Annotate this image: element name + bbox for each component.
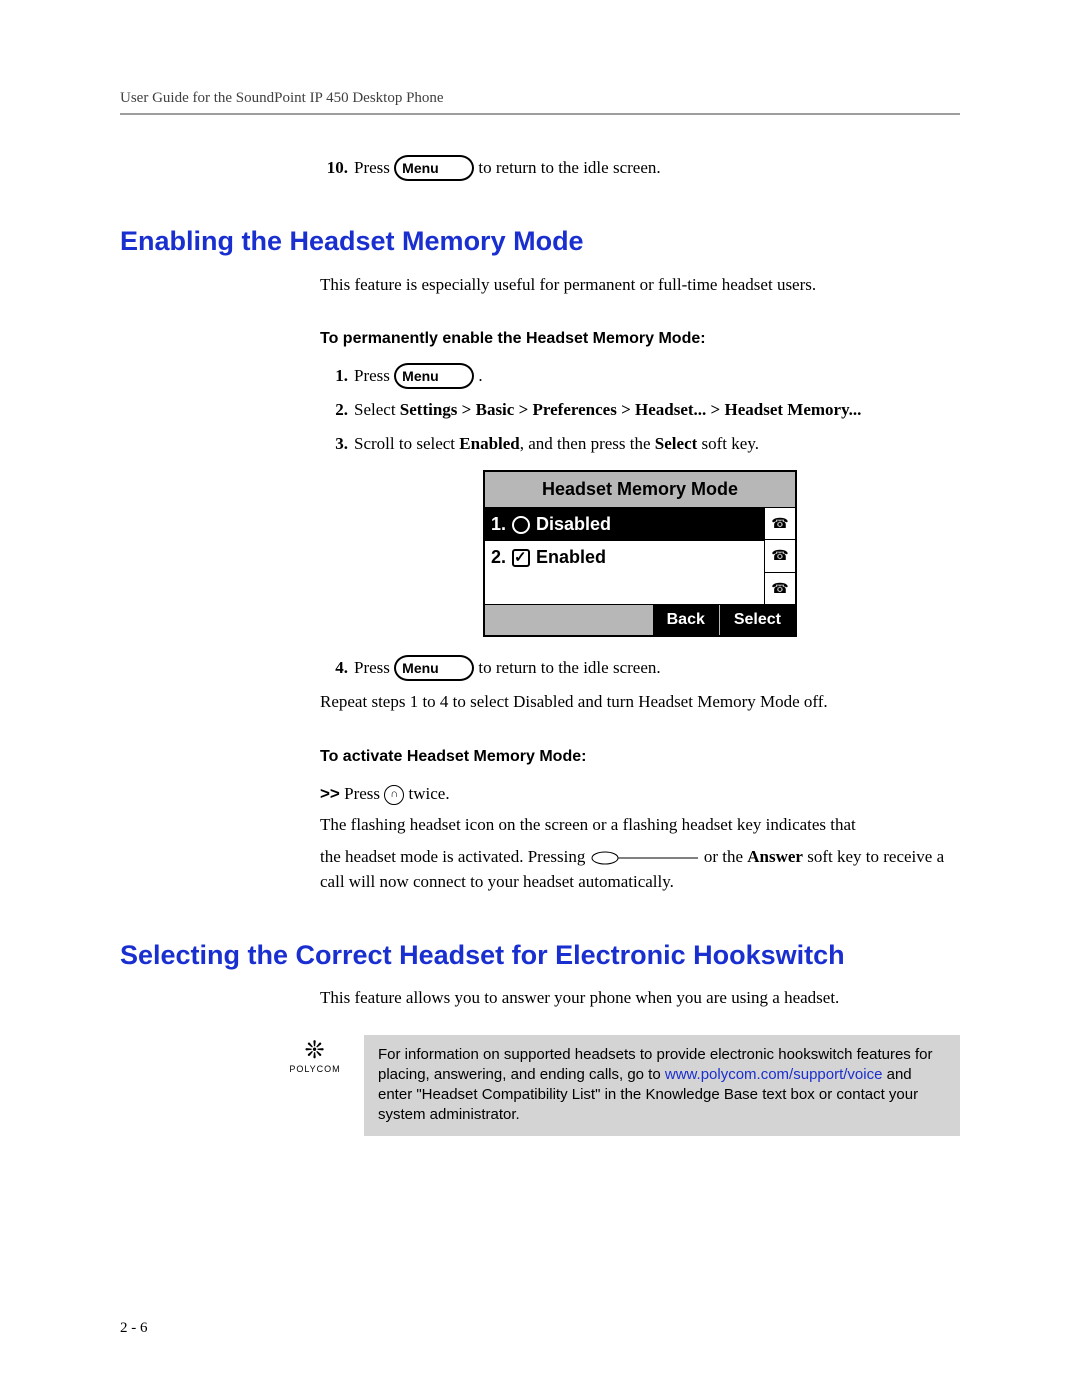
polycom-logo: ❊ POLYCOM: [280, 1035, 350, 1077]
step-text: Press: [354, 155, 390, 181]
support-link[interactable]: www.polycom.com/support/voice: [665, 1066, 883, 1083]
screen-row-enabled: 2. Enabled: [485, 541, 765, 574]
note-box: ❊ POLYCOM For information on supported h…: [280, 1035, 960, 1136]
screen-side-icons: ☎ ☎ ☎: [764, 508, 795, 604]
section-heading-enable-headset-memory: Enabling the Headset Memory Mode: [120, 221, 960, 262]
step-number: 10.: [320, 155, 348, 181]
step-text: .: [478, 363, 482, 389]
step-text: to return to the idle screen.: [478, 655, 660, 681]
row-label: Enabled: [536, 544, 606, 571]
menu-key-icon: Menu: [394, 363, 474, 389]
step-text: Press: [354, 655, 390, 681]
step-number: 4.: [320, 655, 348, 681]
section-intro: This feature allows you to answer your p…: [320, 985, 960, 1011]
step-3: 3. Scroll to select Enabled, and then pr…: [320, 431, 960, 457]
phone-icon: ☎: [765, 540, 795, 572]
step-text: to return to the idle screen.: [478, 155, 660, 181]
step-10: 10. Press Menu to return to the idle scr…: [320, 155, 960, 181]
header-rule: [120, 113, 960, 115]
screen-title: Headset Memory Mode: [485, 472, 795, 508]
chevron-icon: >>: [320, 784, 340, 803]
radio-checked-icon: [512, 549, 530, 567]
running-header: User Guide for the SoundPoint IP 450 Des…: [120, 90, 960, 107]
step-4: 4. Press Menu to return to the idle scre…: [320, 655, 960, 681]
phone-screen: Headset Memory Mode 1. Disabled 2. Enabl…: [483, 470, 797, 637]
procedure-lead: To permanently enable the Headset Memory…: [320, 327, 960, 351]
step-text: Select Settings > Basic > Preferences > …: [354, 397, 861, 423]
flash-note-2: the headset mode is activated. Pressing …: [320, 844, 960, 895]
screen-body: 1. Disabled 2. Enabled ☎ ☎ ☎: [485, 508, 795, 604]
section-intro: This feature is especially useful for pe…: [320, 272, 960, 298]
row-index: 1.: [491, 511, 506, 538]
page-number: 2 - 6: [120, 1320, 148, 1337]
screen-softkeys: Back Select: [485, 604, 795, 635]
repeat-note: Repeat steps 1 to 4 to select Disabled a…: [320, 689, 960, 715]
logo-glyph-icon: ❊: [280, 1039, 350, 1063]
step-number: 2.: [320, 397, 348, 423]
softkey-select: Select: [719, 605, 795, 635]
page: User Guide for the SoundPoint IP 450 Des…: [0, 0, 1080, 1397]
screen-rows: 1. Disabled 2. Enabled: [485, 508, 765, 604]
procedure-lead-activate: To activate Headset Memory Mode:: [320, 745, 960, 769]
screen-row-disabled: 1. Disabled: [485, 508, 765, 541]
step-text: Scroll to select Enabled, and then press…: [354, 431, 759, 457]
row-index: 2.: [491, 544, 506, 571]
section-heading-hookswitch: Selecting the Correct Headset for Electr…: [120, 935, 960, 976]
activate-step: >> Press ∩ twice.: [320, 781, 960, 807]
menu-key-icon: Menu: [394, 155, 474, 181]
row-label: Disabled: [536, 511, 611, 538]
menu-path: Settings > Basic > Preferences > Headset…: [400, 400, 862, 419]
logo-text: POLYCOM: [280, 1063, 350, 1077]
step-number: 1.: [320, 363, 348, 389]
note-text: For information on supported headsets to…: [364, 1035, 960, 1136]
menu-key-icon: Menu: [394, 655, 474, 681]
headset-key-icon: ∩: [384, 785, 404, 805]
flash-note-1: The flashing headset icon on the screen …: [320, 812, 960, 838]
line-key-icon: [590, 851, 700, 865]
step-text: Press: [354, 363, 390, 389]
content-column: 10. Press Menu to return to the idle scr…: [120, 155, 960, 1136]
step-1: 1. Press Menu .: [320, 363, 960, 389]
radio-unchecked-icon: [512, 516, 530, 534]
phone-icon: ☎: [765, 573, 795, 604]
step-2: 2. Select Settings > Basic > Preferences…: [320, 397, 960, 423]
softkey-back: Back: [652, 605, 719, 635]
step-number: 3.: [320, 431, 348, 457]
phone-icon: ☎: [765, 508, 795, 540]
